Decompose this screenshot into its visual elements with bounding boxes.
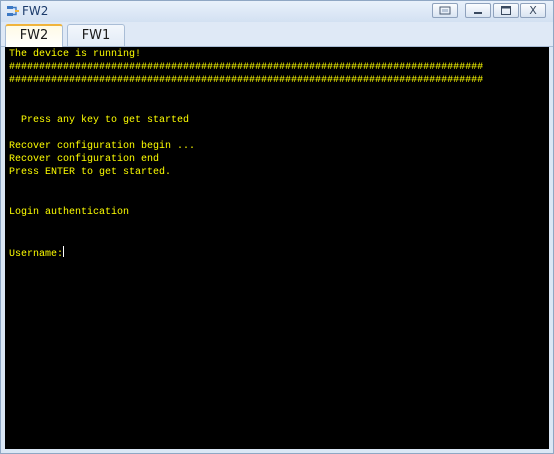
minimize-icon bbox=[474, 12, 482, 14]
terminal-line: Recover configuration end bbox=[9, 154, 160, 165]
close-button[interactable]: X bbox=[520, 3, 546, 18]
restore-button[interactable] bbox=[432, 3, 458, 18]
restore-icon bbox=[439, 6, 451, 15]
window-title: FW2 bbox=[22, 4, 49, 18]
terminal-prompt-line[interactable]: Username: bbox=[9, 246, 65, 260]
tab-label: FW2 bbox=[19, 28, 49, 43]
terminal-line: Login authentication bbox=[9, 207, 130, 218]
tab-fw1[interactable]: FW1 bbox=[67, 24, 125, 46]
maximize-button[interactable] bbox=[493, 3, 519, 18]
tab-fw2[interactable]: FW2 bbox=[5, 24, 63, 47]
text-cursor bbox=[63, 246, 65, 257]
terminal-line: ########################################… bbox=[9, 75, 484, 86]
terminal-line: Press ENTER to get started. bbox=[9, 167, 172, 178]
maximize-icon bbox=[501, 6, 511, 15]
title-bar[interactable]: FW2 X bbox=[1, 1, 553, 22]
terminal-prompt: Username: bbox=[9, 249, 64, 260]
terminal-line: Press any key to get started bbox=[9, 115, 190, 126]
terminal-line: ########################################… bbox=[9, 62, 484, 73]
terminal-console[interactable]: The device is running! #################… bbox=[5, 47, 549, 449]
minimize-button[interactable] bbox=[465, 3, 491, 18]
tab-label: FW1 bbox=[81, 28, 111, 43]
terminal-window: FW2 X FW2 FW1 The device is running! ###… bbox=[0, 0, 554, 454]
terminal-line: The device is running! bbox=[9, 49, 142, 60]
terminal-line: Recover configuration begin ... bbox=[9, 141, 196, 152]
tab-bar: FW2 FW1 bbox=[1, 22, 553, 47]
close-icon: X bbox=[529, 4, 537, 17]
app-icon bbox=[7, 6, 19, 16]
